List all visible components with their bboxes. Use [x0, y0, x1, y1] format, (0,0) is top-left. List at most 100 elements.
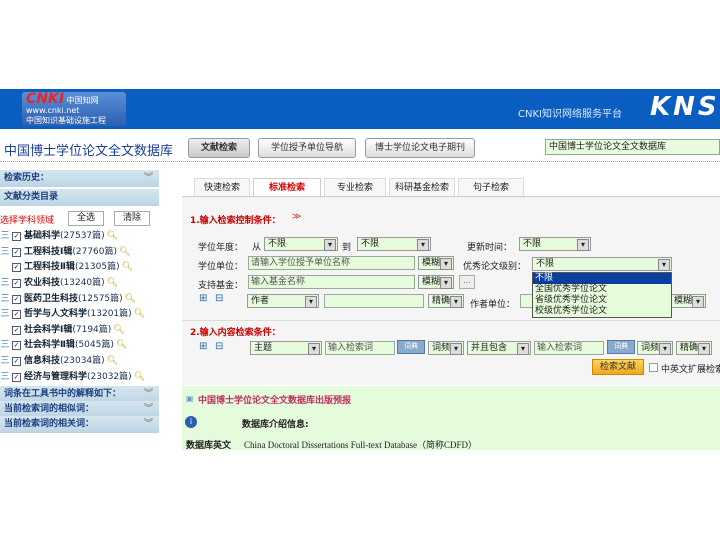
category-item[interactable]: 三 ✓ 社会科学Ⅱ辑 (5045篇) 🔍︎ [0, 338, 159, 354]
expand-icon[interactable]: 三 [0, 229, 10, 244]
category-item[interactable]: 三 ✓ 农业科技 (13240篇) 🔍︎ [0, 276, 159, 292]
tab-fund-search[interactable]: 科研基金检索 [389, 178, 455, 197]
dictionary-icon[interactable]: 词典 [607, 340, 635, 354]
year-to-select[interactable]: 不限 [357, 237, 431, 251]
english-name-label: 数据库英文 [186, 441, 232, 451]
extension-checkbox[interactable] [649, 363, 658, 372]
search-icon[interactable]: 🔍︎ [119, 245, 130, 260]
year-from-select[interactable]: 不限 [264, 237, 338, 251]
to-label: 到 [342, 243, 352, 253]
expand-icon[interactable]: 三 [0, 370, 10, 385]
search-icon[interactable]: 🔍︎ [125, 292, 136, 307]
category-count: (7194篇) [72, 324, 112, 335]
remove-row-icon[interactable]: ⊟ [215, 341, 223, 352]
category-item[interactable]: 三 ✓ 基础科学 (27537篇) 🔍︎ [0, 229, 159, 245]
category-checkbox[interactable]: ✓ [12, 294, 21, 304]
unit-match-select[interactable]: 模糊 [418, 256, 454, 270]
level-option[interactable]: 全国优秀学位论文 [533, 284, 671, 295]
frequency-select-2[interactable]: 词频 [637, 341, 673, 355]
fund-match-select[interactable]: 模糊 [418, 275, 454, 289]
tab-professional-search[interactable]: 专业检索 [324, 178, 386, 197]
expand-icon[interactable]: 三 [0, 307, 10, 322]
catalog-header: 文献分类目录 [0, 189, 159, 206]
category-count: (23034篇) [60, 356, 105, 367]
category-item[interactable]: 三 ✓ 工程科技Ⅰ辑 (27760篇) 🔍︎ [0, 245, 159, 261]
section-content-title: 2.输入内容检索条件： [190, 328, 281, 338]
expand-icon[interactable]: 三 [0, 338, 10, 353]
tab-quick-search[interactable]: 快速检索 [194, 178, 250, 197]
database-select[interactable]: 中国博士学位论文全文数据库 [545, 139, 720, 155]
category-checkbox[interactable]: ✓ [12, 372, 21, 382]
keyword-input-1[interactable]: 输入检索词 [325, 341, 395, 355]
category-item[interactable]: 三 ✓ 信息科技 (23034篇) 🔍︎ [0, 354, 159, 370]
field-select[interactable]: 主题 [250, 341, 322, 355]
category-name: 医药卫生科技 [24, 293, 79, 304]
update-label: 更新时间： [467, 243, 513, 253]
precision-select[interactable]: 精确 [676, 341, 712, 355]
update-select[interactable]: 不限 [519, 237, 591, 251]
category-checkbox[interactable]: ✓ [12, 310, 21, 320]
category-item[interactable]: 三 ✓ 经济与管理科学 (23032篇) 🔍︎ [0, 369, 159, 385]
category-checkbox[interactable]: ✓ [12, 232, 21, 242]
more-fund-button[interactable]: … [459, 275, 475, 289]
category-checkbox[interactable]: ✓ [12, 341, 21, 351]
level-option[interactable]: 校级优秀学位论文 [533, 306, 671, 317]
related-words-label: 当前检索词的相关词： [4, 419, 95, 429]
chevron-down-icon[interactable]: ︾ [144, 416, 153, 433]
expand-icon[interactable]: 三 [0, 354, 10, 369]
ejournal-button[interactable]: 博士学位论文电子期刊 [365, 138, 475, 158]
author-match-select[interactable]: 精确 [428, 294, 464, 308]
search-icon[interactable]: 🔍︎ [134, 307, 145, 322]
related-words-header[interactable]: 当前检索词的相关词： ︾ [0, 416, 159, 433]
category-checkbox[interactable]: ✓ [12, 247, 21, 257]
author-unit-label: 作者单位： [470, 300, 516, 310]
search-history-header[interactable]: 检索历史： ︾ [0, 170, 159, 187]
level-option[interactable]: 不限 [533, 273, 671, 284]
notice-link[interactable]: 中国博士学位论文全文数据库出版预报 [198, 393, 351, 406]
remove-row-icon[interactable]: ⊟ [215, 293, 223, 304]
add-row-icon[interactable]: ⊞ [199, 293, 207, 304]
logic-select[interactable]: 并且包含 [467, 341, 531, 355]
collapse-icon[interactable]: ≫ [292, 212, 301, 222]
unit-input[interactable]: 请输入学位授予单位名称 [248, 256, 415, 270]
search-icon[interactable]: 🔍︎ [122, 260, 133, 275]
clear-button[interactable]: 清除 [114, 211, 150, 226]
category-checkbox[interactable]: ✓ [12, 357, 21, 367]
document-icon: ▣ [186, 394, 194, 403]
category-item[interactable]: ✓ 工程科技Ⅱ辑 (21305篇) 🔍︎ [0, 260, 159, 276]
category-checkbox[interactable]: ✓ [12, 263, 21, 273]
search-icon[interactable]: 🔍︎ [107, 354, 118, 369]
add-row-icon[interactable]: ⊞ [199, 341, 207, 352]
level-option[interactable]: 省级优秀学位论文 [533, 295, 671, 306]
tab-sentence-search[interactable]: 句子检索 [458, 178, 524, 197]
search-icon[interactable]: 🔍︎ [107, 229, 118, 244]
category-item[interactable]: 三 ✓ 医药卫生科技 (12575篇) 🔍︎ [0, 291, 159, 307]
expand-icon[interactable]: 三 [0, 245, 10, 260]
frequency-select-1[interactable]: 词频 [428, 341, 464, 355]
author-field-select[interactable]: 作者 [247, 294, 319, 308]
level-select[interactable]: 不限 [532, 257, 672, 271]
search-icon[interactable]: 🔍︎ [134, 370, 145, 385]
author-input[interactable] [324, 294, 424, 308]
category-count: (27760篇) [72, 246, 118, 257]
unit-navigation-button[interactable]: 学位授予单位导航 [258, 138, 356, 158]
dictionary-icon[interactable]: 词典 [397, 340, 425, 354]
fund-input[interactable]: 输入基金名称 [248, 275, 415, 289]
category-item[interactable]: ✓ 社会科学Ⅰ辑 (7194篇) 🔍︎ [0, 323, 159, 339]
search-icon[interactable]: 🔍︎ [116, 338, 127, 353]
expand-icon[interactable]: 三 [0, 292, 10, 307]
search-icon[interactable]: 🔍︎ [107, 276, 118, 291]
author-unit-match-select[interactable]: 模糊 [670, 294, 706, 308]
literature-search-button[interactable]: 文献检索 [188, 138, 250, 158]
category-checkbox[interactable]: ✓ [12, 325, 21, 335]
keyword-input-2[interactable]: 输入检索词 [534, 341, 604, 355]
expand-icon[interactable]: 三 [0, 276, 10, 291]
category-checkbox[interactable]: ✓ [12, 279, 21, 289]
cnki-logo[interactable]: CNKI 中国知网 www.cnki.net 中国知识基础设施工程 [22, 92, 126, 126]
tab-standard-search[interactable]: 标准检索 [253, 178, 321, 198]
chevron-down-icon[interactable]: ︾ [144, 170, 153, 187]
select-all-button[interactable]: 全选 [68, 211, 104, 226]
search-button[interactable]: 检索文献 [592, 359, 644, 375]
search-icon[interactable]: 🔍︎ [113, 323, 124, 338]
category-item[interactable]: 三 ✓ 哲学与人文科学 (13201篇) 🔍︎ [0, 307, 159, 323]
